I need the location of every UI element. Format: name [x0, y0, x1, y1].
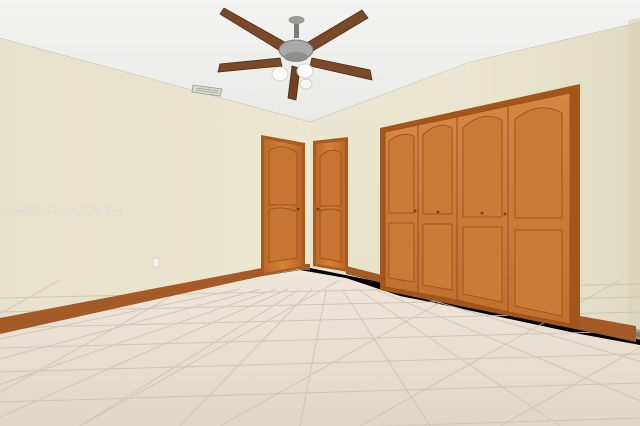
watermark-text: A11706182 © Miami MLS® 2024	[2, 207, 122, 216]
closet-knob	[503, 212, 507, 216]
closet-knob	[413, 209, 417, 213]
closet-door-leaf-1	[384, 124, 419, 294]
closet-knob	[480, 211, 484, 215]
door-middle	[313, 137, 348, 272]
door-left	[261, 135, 305, 276]
closet-door-leaf-2	[417, 116, 458, 301]
closet-knob	[436, 210, 440, 214]
wall-outlet	[152, 257, 160, 268]
closet-door-leaf-3	[456, 105, 509, 313]
door-knob	[296, 207, 300, 211]
door-knob	[316, 207, 320, 211]
closet-door-leaf-4	[507, 92, 571, 325]
